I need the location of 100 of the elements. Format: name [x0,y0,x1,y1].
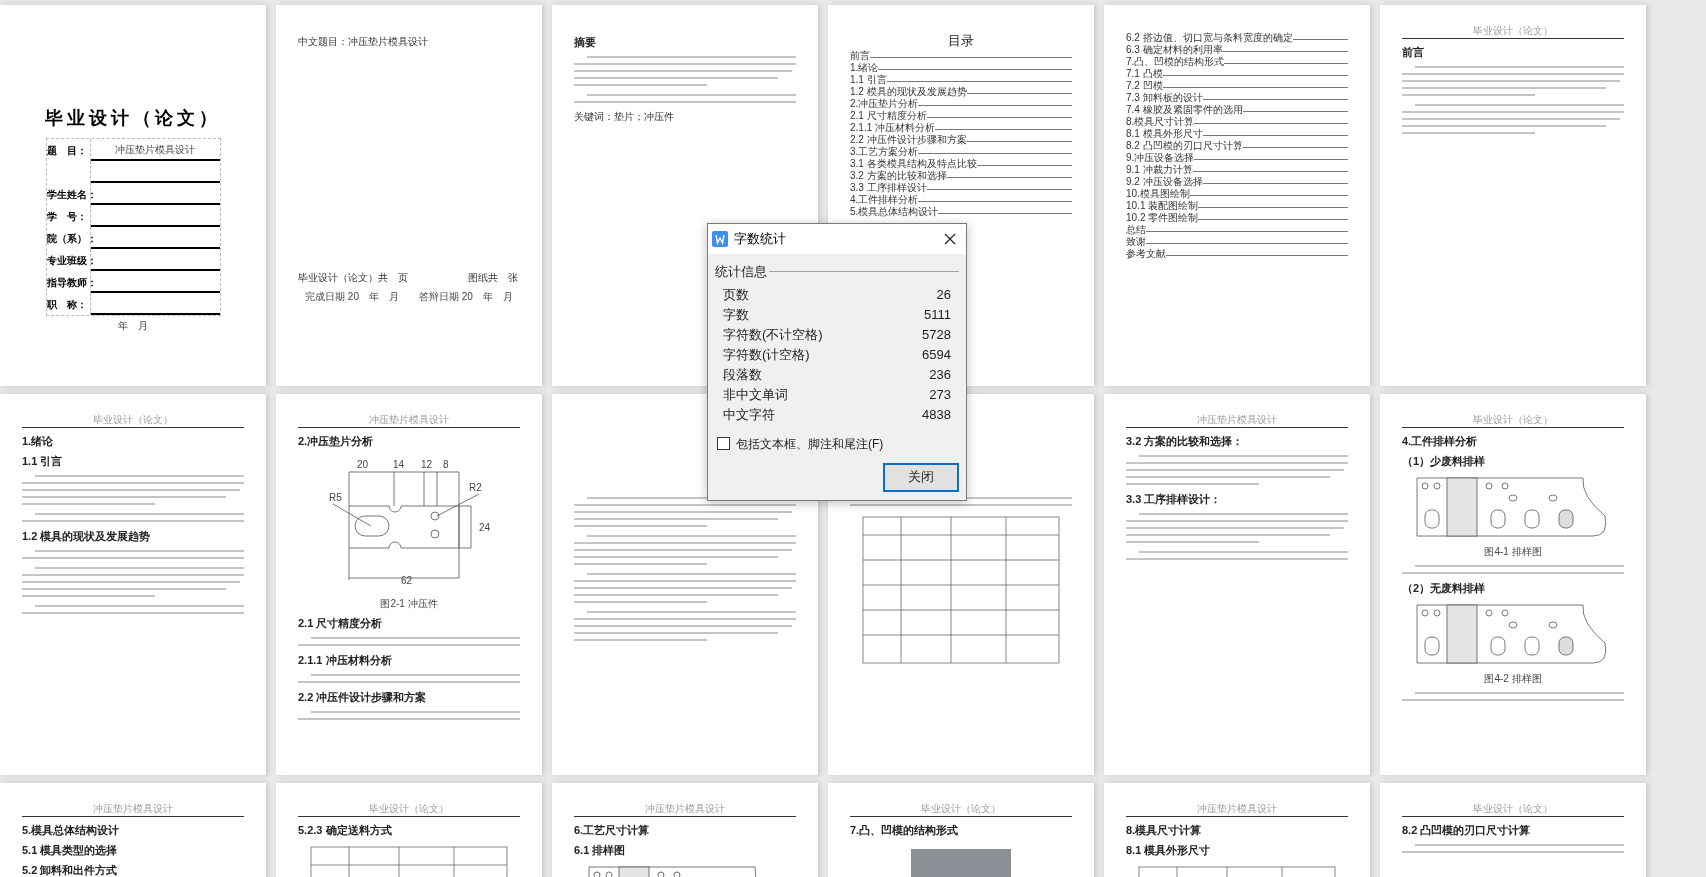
section-heading: 8.模具尺寸计算 [1126,823,1203,838]
section-heading: 4.工件排样分析 [1402,434,1479,449]
toc-entry: 致谢 [1126,237,1348,247]
toc-entry: 3.3 工序排样设计 [850,183,1072,193]
form-label: 指导教师： [46,275,97,290]
document-page[interactable]: 毕业设计（论文） 4.工件排样分析 （1）少废料排样 图4-1 排样图 （2）无废料排样 图4-2 排样图 [1380,394,1646,775]
toc-entry: 8.2 凸凹模的刃口尺寸计算 [1126,141,1348,151]
stat-value: 26 [936,285,951,304]
toc-entry: 3.1 各类模具结构及特点比较 [850,159,1072,169]
section-heading: 3.2 方案的比较和选择： [1126,434,1245,449]
section-heading: （1）少废料排样 [1402,454,1487,469]
page-header-text: 冲压垫片模具设计 [298,414,520,428]
section-heading: 1.1 引言 [22,454,64,469]
page-header-text: 冲压垫片模具设计 [22,803,244,817]
caption-text: 图4-1 排样图 [1483,545,1543,559]
document-page[interactable]: 毕业设计（论文） 7.凸、凹模的结构形式 [828,783,1094,877]
toc-entry: 3.工艺方案分析 [850,147,1072,157]
section-heading: 5.模具总体结构设计 [22,823,121,838]
toc-title: 目录 [947,33,975,49]
document-page[interactable]: 冲压垫片模具设计 3.2 方案的比较和选择： 3.3 工序排样设计： [1104,394,1370,775]
document-page[interactable]: 冲压垫片模具设计 8.模具尺寸计算 8.1 模具外形尺寸 [1104,783,1370,877]
document-page[interactable]: 冲压垫片模具设计 6.工艺尺寸计算 6.1 排样图 [552,783,818,877]
section-label: 统计信息 [715,263,767,281]
toc-entry: 10.模具图绘制 [1126,189,1348,199]
dimension-label: 24 [479,522,491,533]
toc-entry: 总结 [1126,225,1348,235]
toc-entry: 9.冲压设备选择 [1126,153,1348,163]
toc-entry: 5.模具总体结构设计 [850,207,1072,217]
stat-label: 非中文单词 [723,385,788,404]
stat-label: 段落数 [723,365,762,384]
dialog-title: 字数统计 [734,230,786,249]
toc-entry: 1.1 引言 [850,75,1072,85]
toc-entry: 7.凸、凹模的结构形式 [1126,57,1348,67]
toc-entry: 2.冲压垫片分析 [850,99,1072,109]
toc-entry: 6.3 确定材料的利用率 [1126,45,1348,55]
section-heading: 8.1 模具外形尺寸 [1126,843,1212,858]
page-header-text: 毕业设计（论文） [1402,414,1624,428]
form-label: 学 号： [46,209,87,224]
section-heading: 5.2.3 确定送料方式 [298,823,393,838]
close-dialog-button[interactable]: 关闭 [883,462,959,492]
toc-entry: 10.1 装配图绘制 [1126,201,1348,211]
document-page[interactable]: 中文题目：冲压垫片模具设计 毕业设计（论文）共 页 图纸共 张 完成日期 20 年 月 答辩日期 20 年 月 [276,5,542,386]
section-heading: 5.1 模具类型的选择 [22,843,119,858]
stat-value: 6594 [922,345,951,364]
stat-value: 273 [929,385,951,404]
stat-label: 中文字符 [723,405,775,424]
body-text: 中文题目：冲压垫片模具设计 [298,35,429,49]
form-value: 冲压垫片模具设计 [115,142,195,157]
section-heading: （2）无废料排样 [1402,581,1487,596]
stat-label: 字数 [723,305,749,324]
dimension-label: 20 [357,459,369,470]
checkbox[interactable] [717,437,730,450]
page-header-text: 冲压垫片模具设计 [1126,414,1348,428]
page-header-text: 毕业设计（论文） [298,803,520,817]
document-page[interactable]: 毕业设计（论文） 前言 [1380,5,1646,386]
stat-value: 5111 [924,305,951,324]
toc-entry: 2.1.1 冲压材料分析 [850,123,1072,133]
section-heading: 6.工艺尺寸计算 [574,823,651,838]
toc-entry: 9.2 冲压设备选择 [1126,177,1348,187]
document-page[interactable]: 毕业设计（论文） 1.绪论 1.1 引言 1.2 模具的现状及发展趋势 [0,394,266,775]
form-label: 学生姓名： [46,187,97,202]
body-text: 毕业设计（论文）共 页 图纸共 张 [298,271,519,285]
dimension-label: 62 [401,575,413,586]
stat-value: 4838 [922,405,951,424]
document-page[interactable]: 冲压垫片模具设计 2.冲压垫片分析 20 14 12 8 R5 R2 24 62 图2-1 冲压件 2.1 尺寸精度分析 2.1.1 冲压材料分析 2.2 冲压件设计步骤和方案 [276,394,542,775]
toc-entry: 2.2 冲压件设计步骤和方案 [850,135,1072,145]
section-heading: 8.2 凸凹模的刃口尺寸计算 [1402,823,1532,838]
caption-text: 年 月 [117,319,149,333]
document-page[interactable]: 毕业设计（论文） 题 目： 冲压垫片模具设计 学生姓名： 学 号： 院（系）： 专业班级： 指导教师： 职 称： 年 月 [0,5,266,386]
document-page[interactable]: 毕业设计（论文） 5.2.3 确定送料方式 [276,783,542,877]
section-heading: 前言 [1402,45,1425,60]
toc-entry: 参考文献 [1126,249,1348,259]
section-heading: 1.2 模具的现状及发展趋势 [22,529,152,544]
section-heading: 2.2 冲压件设计步骤和方案 [298,690,428,705]
document-page[interactable]: 毕业设计（论文） 8.2 凸凹模的刃口尺寸计算 [1380,783,1646,877]
document-page[interactable]: 6.2 搭边值、切口宽与条料宽度的确定 6.3 确定材料的利用率 7.凸、凹模的结构形式 7.1 凸模 7.2 凹模 7.3 卸料板的设计 7.4 橡胶及紧固零件的选用 8.模具尺寸计算 8.1 模具外形尺寸 8.2 凸凹模的刃口尺寸计算 9.冲压设备选择 9.1 冲裁力计算 9.2 冲压设备选择 10.模具图绘制 10.1 装配图绘制 10.2 零件图绘制 总结 致谢 参考文献 [1104,5,1370,386]
toc-entry: 10.2 零件图绘制 [1126,213,1348,223]
stat-label: 页数 [723,285,749,304]
toc-entry: 7.4 橡胶及紧固零件的选用 [1126,105,1348,115]
toc-entry: 7.3 卸料板的设计 [1126,93,1348,103]
stat-value: 236 [929,365,951,384]
stat-value: 5728 [922,325,951,344]
page-header-text: 毕业设计（论文） [1402,803,1624,817]
app-logo-icon [712,231,728,247]
dimension-label: 8 [443,459,449,470]
dimension-label: R5 [329,492,342,503]
section-heading: 2.1 尺寸精度分析 [298,616,384,631]
toc-entry: 1.绪论 [850,63,1072,73]
section-heading: 2.冲压垫片分析 [298,434,375,449]
section-heading: 1.绪论 [22,434,55,449]
toc-entry: 8.1 模具外形尺寸 [1126,129,1348,139]
dimension-label: 12 [421,459,433,470]
checkbox-label: 包括文本框、脚注和尾注(F) [736,435,884,453]
dimension-label: R2 [469,482,482,493]
toc-entry: 7.2 凹模 [1126,81,1348,91]
page-header-text: 毕业设计（论文） [1402,25,1624,39]
caption-text: 完成日期 20 年 月 答辩日期 20 年 月 [304,290,514,304]
document-page[interactable]: 冲压垫片模具设计 5.模具总体结构设计 5.1 模具类型的选择 5.2 卸料和出件方式 [0,783,266,877]
page-header-text: 毕业设计（论文） [22,414,244,428]
page-header-text: 冲压垫片模具设计 [574,803,796,817]
